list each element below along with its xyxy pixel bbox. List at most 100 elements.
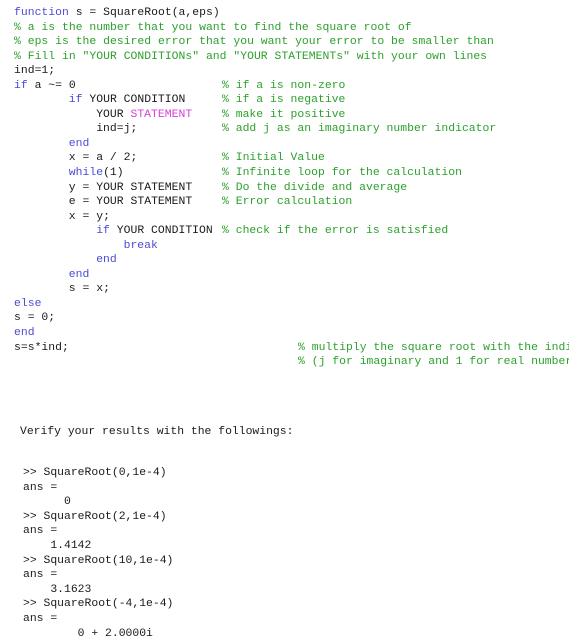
code-line: if a ~= 0 % if a is non-zero: [14, 79, 569, 94]
code-line: s = x;: [14, 282, 569, 297]
code-line: % Fill in "YOUR CONDITIONs" and "YOUR ST…: [14, 50, 569, 65]
code-line: else: [14, 297, 569, 312]
code-token: STATEMENT: [130, 108, 193, 121]
console-output: ans =: [23, 612, 58, 625]
console-output: 3.1623: [23, 583, 92, 596]
code-token: ind=1;: [14, 65, 56, 78]
code-token: s = 0;: [14, 312, 56, 325]
code-line: s=s*ind; % multiply the square root with …: [14, 341, 569, 356]
code-token: s = SquareRoot(a,eps): [68, 7, 220, 19]
code-token: e = YOUR STATEMENT: [68, 196, 193, 209]
code-token: s = x;: [68, 283, 110, 296]
code-token: x = y;: [68, 210, 110, 223]
console-command: >> SquareRoot(2,1e-4): [23, 510, 167, 523]
code-token: YOUR: [96, 108, 131, 121]
console-command: >> SquareRoot(-4,1e-4): [23, 598, 174, 611]
code-line: while(1) % Infinite loop for the calculat…: [14, 166, 569, 181]
code-line: end: [14, 137, 569, 152]
verify-heading: Verify your results with the followings:: [20, 426, 294, 438]
code-line: function s = SquareRoot(a,eps): [14, 6, 569, 21]
code-token: if: [68, 94, 83, 107]
code-token: x = a / 2;: [68, 152, 138, 165]
code-comment: % if a is negative: [222, 94, 346, 107]
code-token: (1): [103, 167, 124, 180]
code-line: x = y;: [14, 210, 569, 225]
code-token: ind=j;: [96, 123, 138, 136]
code-token: a ~= 0: [27, 79, 76, 92]
code-line-source: function s = SquareRoot(a,eps): [14, 6, 220, 21]
code-token: end: [68, 268, 90, 281]
code-line-source: x = a / 2;: [69, 151, 138, 166]
code-token: YOUR CONDITION: [109, 225, 213, 238]
code-comment: % if a is non-zero: [222, 79, 346, 92]
code-line-source: if YOUR CONDITION: [69, 93, 186, 108]
code-comment: % Do the divide and average: [222, 181, 408, 194]
code-line-source: else: [14, 297, 41, 312]
code-line-source: break: [124, 239, 158, 254]
code-comment: % Initial Value: [222, 152, 325, 165]
code-token: % a is the number that you want to find …: [14, 21, 412, 34]
code-line-source: e = YOUR STATEMENT: [69, 195, 192, 210]
code-line: % a is the number that you want to find …: [14, 21, 569, 36]
code-line: YOUR STATEMENT % make it positive: [14, 108, 569, 123]
code-line: end: [14, 268, 569, 283]
console-output: ans =: [23, 481, 58, 494]
code-comment: % multiply the square root with the indi…: [298, 341, 569, 354]
matlab-source-code[interactable]: function s = SquareRoot(a,eps)% a is the…: [14, 6, 569, 370]
code-comment: % check if the error is satisfied: [222, 225, 449, 238]
code-token: if: [96, 225, 110, 238]
code-token: function: [14, 7, 69, 19]
console-output: 1.4142: [23, 539, 92, 552]
code-token: end: [14, 327, 35, 340]
code-token: if: [14, 79, 28, 92]
matlab-console-transcript[interactable]: >> SquareRoot(0,1e-4) ans = 0 >> SquareRoo…: [23, 466, 423, 641]
code-line-source: s = x;: [69, 282, 110, 297]
code-line: end: [14, 253, 569, 268]
code-line: s = 0;: [14, 311, 569, 326]
code-line: ind=1;: [14, 64, 569, 79]
console-command: >> SquareRoot(0,1e-4): [23, 467, 167, 479]
code-line: break: [14, 239, 569, 254]
code-token: YOUR CONDITION: [82, 94, 186, 107]
console-command: >> SquareRoot(10,1e-4): [23, 554, 174, 567]
code-token: s=s*ind;: [14, 341, 69, 354]
code-token: % eps is the desired error that you want…: [14, 36, 494, 49]
console-output: 0: [23, 496, 71, 509]
code-line-source: if a ~= 0: [14, 79, 76, 94]
code-line-source: % eps is the desired error that you want…: [14, 35, 494, 50]
code-line-source: s = 0;: [14, 311, 55, 326]
code-line: % (j for imaginary and 1 for real number…: [14, 355, 569, 370]
code-token: while: [68, 167, 104, 180]
code-token: end: [68, 137, 90, 150]
code-comment: % (j for imaginary and 1 for real number…: [298, 356, 569, 369]
code-line-source: if YOUR CONDITION: [96, 224, 213, 239]
code-line-source: end: [96, 253, 117, 268]
code-line-source: ind=j;: [96, 122, 137, 137]
code-token: % Fill in "YOUR CONDITIONs" and "YOUR ST…: [14, 50, 488, 63]
code-line: e = YOUR STATEMENT % Error calculation: [14, 195, 569, 210]
code-line: end: [14, 326, 569, 341]
code-comment: % Infinite loop for the calculation: [222, 167, 462, 180]
code-line-source: while(1): [69, 166, 124, 181]
code-listing-page: function s = SquareRoot(a,eps)% a is the…: [0, 0, 569, 640]
code-line-source: s=s*ind;: [14, 341, 69, 356]
code-comment: % make it positive: [222, 108, 346, 121]
code-comment: % add j as an imaginary number indicator: [222, 123, 497, 136]
code-comment: % Error calculation: [222, 196, 353, 209]
code-token: end: [96, 254, 117, 267]
code-line: y = YOUR STATEMENT % Do the divide and av…: [14, 181, 569, 196]
code-line-source: end: [69, 137, 90, 152]
code-line-source: end: [14, 326, 35, 341]
code-line: % eps is the desired error that you want…: [14, 35, 569, 50]
console-output: ans =: [23, 569, 58, 582]
code-line: x = a / 2; % Initial Value: [14, 151, 569, 166]
code-line-source: ind=1;: [14, 64, 55, 79]
code-line: ind=j; % add j as an imaginary number ind…: [14, 122, 569, 137]
code-line-source: YOUR STATEMENT: [96, 108, 192, 123]
code-token: break: [123, 239, 158, 252]
code-line: if YOUR CONDITION % if a is negative: [14, 93, 569, 108]
code-line-source: y = YOUR STATEMENT: [69, 181, 192, 196]
code-line-source: x = y;: [69, 210, 110, 225]
code-line: if YOUR CONDITION % check if the error is…: [14, 224, 569, 239]
code-line-source: % a is the number that you want to find …: [14, 21, 412, 36]
